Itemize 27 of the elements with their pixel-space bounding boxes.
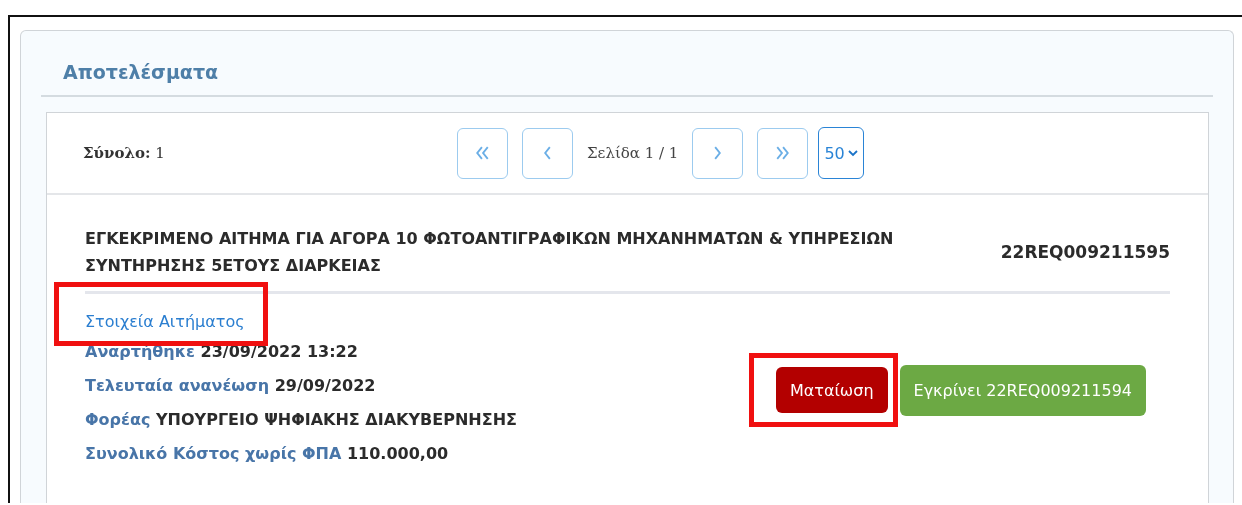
request-code: 22REQ009211595 [1000, 242, 1170, 262]
result-title: ΕΓΚΕΚΡΙΜΕΝΟ ΑΙΤΗΜΑ ΓΙΑ ΑΓΟΡΑ 10 ΦΩΤΟΑΝΤΙΓΡΑΦΙΚΩΝ ΜΗΧΑΝΗΜΑΤΩΝ & ΥΠΗΡΕΣΙΩΝ ΣΥΝΤΗΡΗΣΗΣ 5ΕΤΟΥΣ ΔΙΑΡΚΕΙΑΣ [85, 228, 895, 277]
page-size-select[interactable]: 50 [818, 127, 864, 179]
field-value: 29/09/2022 [274, 376, 376, 395]
double-chevron-icon [476, 146, 489, 160]
total-count: 1 [155, 144, 165, 162]
request-details-link[interactable]: Στοιχεία Αιτήματος [85, 312, 245, 331]
total-label: Σύνολο: [83, 144, 151, 162]
field-label: Αναρτήθηκε [85, 342, 195, 361]
field-label: Τελευταία ανανέωση [85, 376, 270, 395]
field-value: ΥΠΟΥΡΓΕΙΟ ΨΗΦΙΑΚΗΣ ΔΙΑΚΥΒΕΡΝΗΣΗΣ [156, 410, 517, 429]
page-info: Σελίδα 1 / 1 [587, 144, 679, 162]
field-label: Φορέας [85, 410, 151, 429]
prev-page-button[interactable] [522, 127, 573, 179]
caret-icon [847, 149, 858, 157]
next-page-button[interactable] [692, 127, 744, 179]
approve-button[interactable]: Εγκρίνει 22REQ009211594 [899, 364, 1146, 416]
chevron-icon [714, 146, 722, 160]
panel-title: Αποτελέσματα [41, 61, 1213, 97]
field-value: 110.000,00 [346, 444, 449, 463]
chevron-icon [544, 146, 551, 160]
field-value: 23/09/2022 13:22 [200, 342, 358, 361]
first-page-button[interactable] [457, 127, 508, 179]
cancel-button[interactable]: Ματαίωση [775, 367, 888, 413]
field-label: Συνολικό Κόστος χωρίς ΦΠΑ [85, 444, 342, 463]
last-page-button[interactable] [757, 127, 809, 179]
double-chevron-icon [776, 146, 790, 160]
